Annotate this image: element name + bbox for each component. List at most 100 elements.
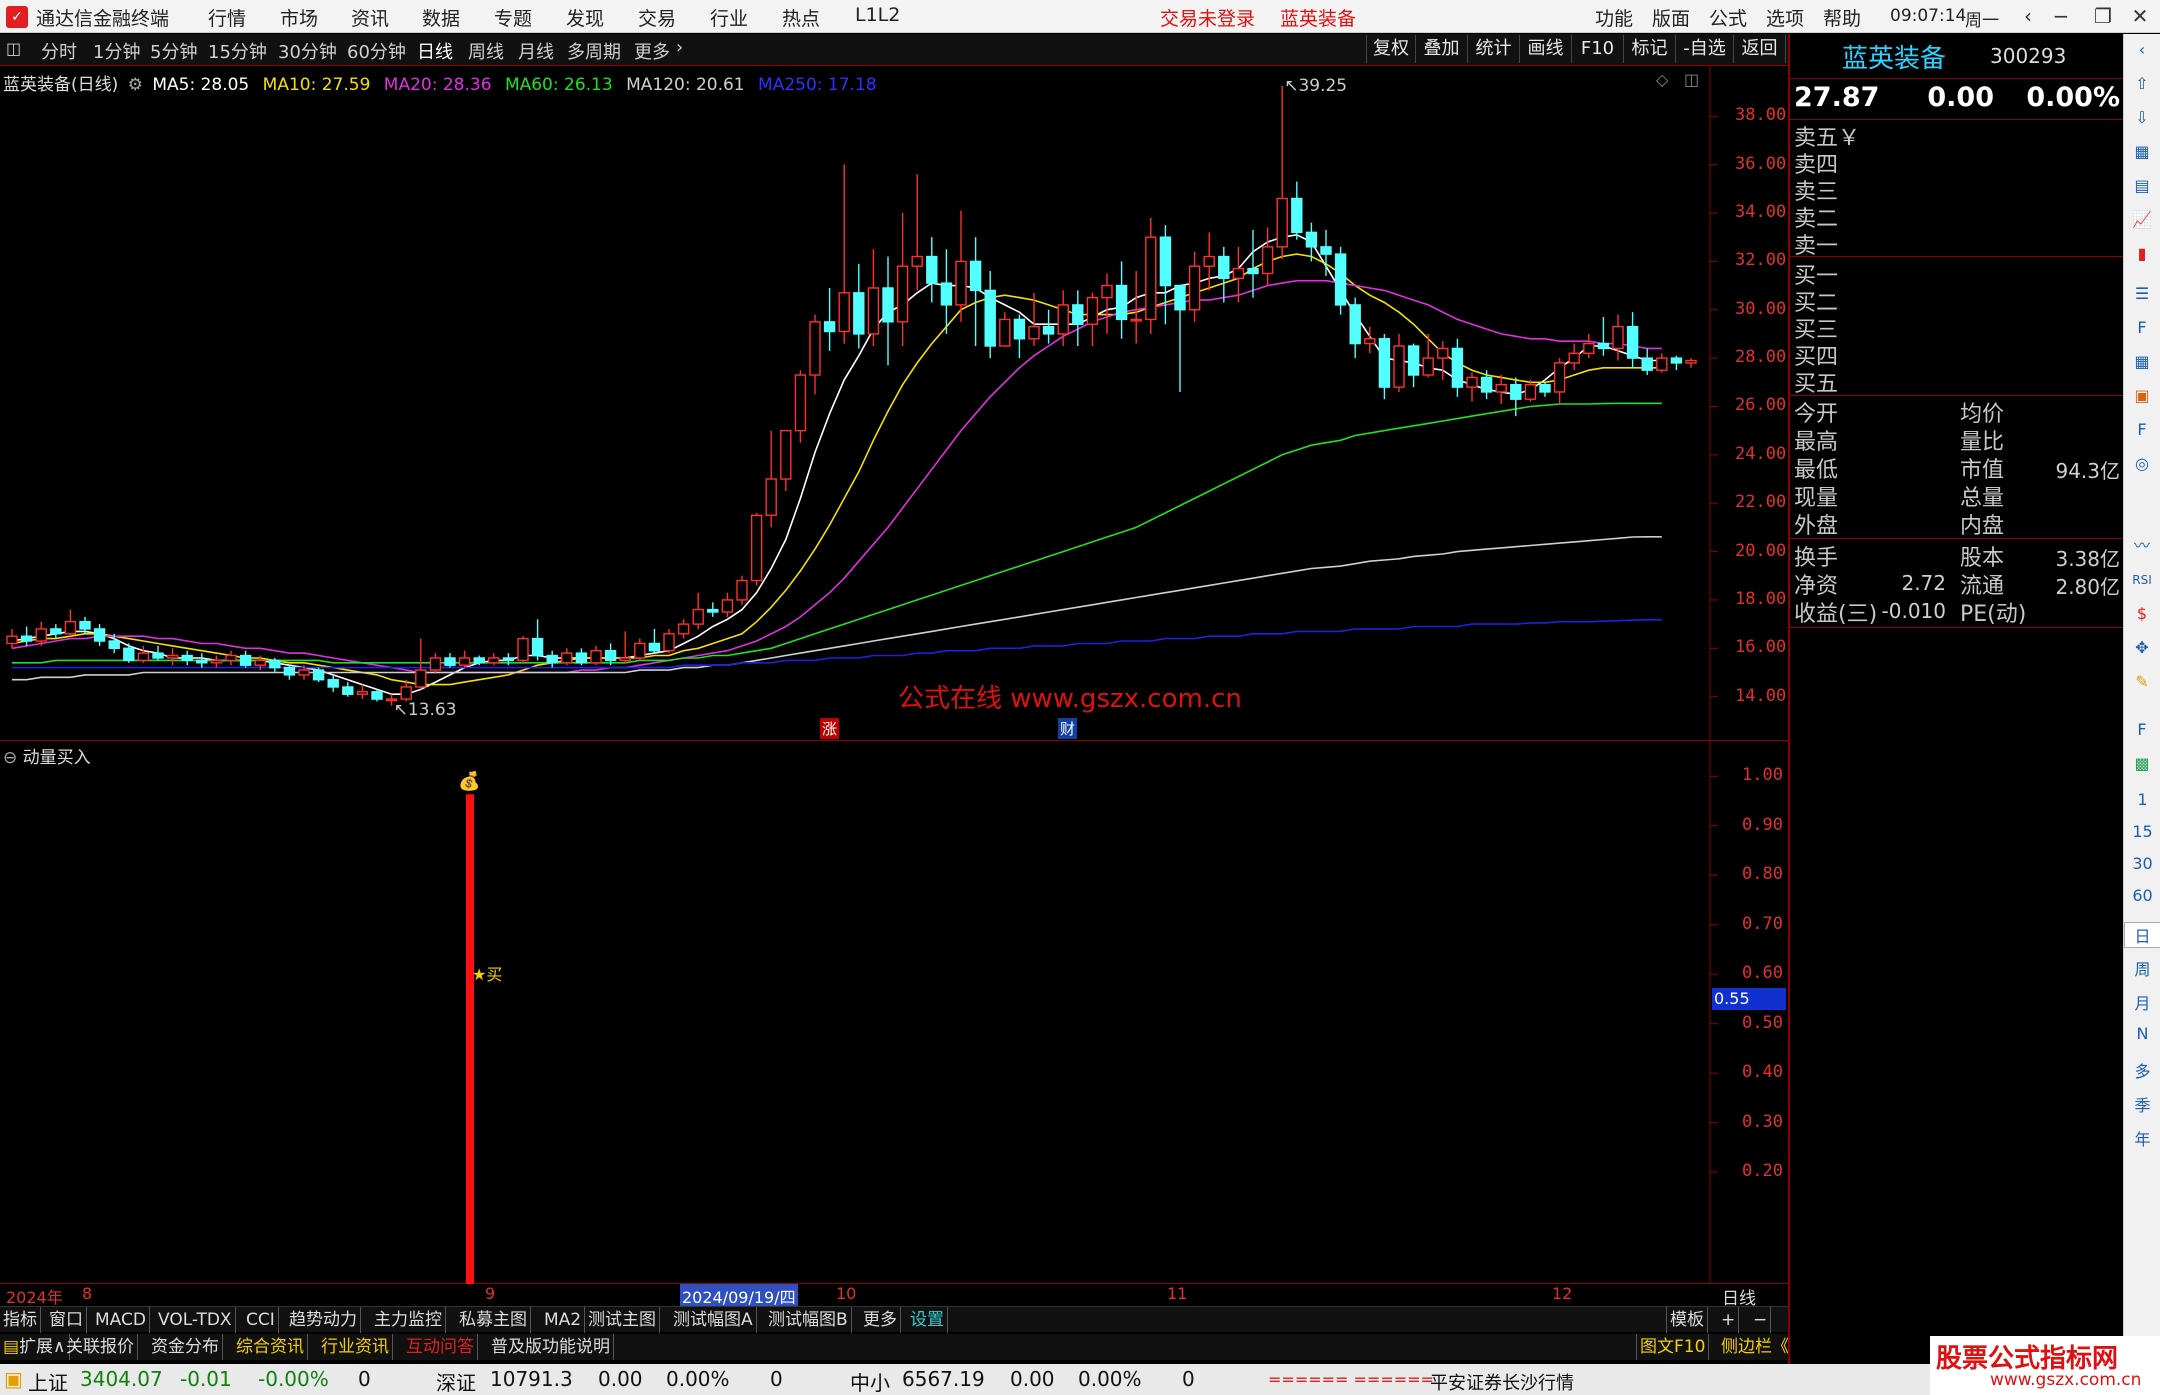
candle[interactable] xyxy=(1072,290,1084,347)
period-quarter-button[interactable]: 季 xyxy=(2124,1092,2160,1116)
candle[interactable] xyxy=(1013,314,1026,359)
period-year-button[interactable]: 年 xyxy=(2124,1126,2160,1150)
table-icon[interactable]: ▤ xyxy=(2130,174,2154,198)
tool-draw[interactable]: 画线 xyxy=(1520,35,1572,63)
period-1-button[interactable]: 1 xyxy=(2124,790,2160,809)
candle[interactable] xyxy=(999,312,1011,347)
candle[interactable] xyxy=(1626,312,1639,368)
candle[interactable] xyxy=(765,430,777,528)
wave-icon[interactable]: 〰 xyxy=(2130,534,2154,558)
candle[interactable] xyxy=(1291,181,1303,240)
tab-sidebar[interactable]: 侧边栏《 xyxy=(1718,1334,1793,1360)
candle[interactable] xyxy=(1261,227,1274,286)
line-chart-icon[interactable]: 📈 xyxy=(2130,208,2154,232)
candle[interactable] xyxy=(969,237,982,347)
tab-cci[interactable]: CCI xyxy=(243,1307,279,1333)
candle[interactable] xyxy=(707,602,719,617)
candle[interactable] xyxy=(648,628,661,654)
tab-expand[interactable]: ▤扩展∧ xyxy=(0,1334,70,1360)
indicator-svg[interactable] xyxy=(0,741,1788,1285)
minimize-icon[interactable]: − xyxy=(2045,2,2077,30)
period-day-button[interactable]: 日 xyxy=(2124,922,2160,948)
candle[interactable] xyxy=(1115,261,1128,339)
candle[interactable] xyxy=(1568,343,1580,371)
candle[interactable] xyxy=(1539,382,1551,397)
tab-trend-power[interactable]: 趋势动力 xyxy=(286,1307,361,1333)
ma-settings-icon[interactable]: ⚙ xyxy=(128,75,143,95)
candle[interactable] xyxy=(1495,375,1507,405)
tab-related-quotes[interactable]: 关联报价 xyxy=(63,1334,138,1360)
pencil-icon[interactable]: ✎ xyxy=(2130,670,2154,694)
period-month-button[interactable]: 月 xyxy=(2124,990,2160,1014)
tab-template[interactable]: 模板 xyxy=(1666,1307,1708,1333)
rsi-icon[interactable]: RSI xyxy=(2130,568,2154,592)
candle[interactable] xyxy=(1656,353,1668,373)
layout-toggle-icon[interactable]: ◫ xyxy=(6,39,21,58)
candle[interactable] xyxy=(210,655,223,668)
tab-f10-graphic[interactable]: 图文F10 xyxy=(1636,1334,1710,1360)
candle[interactable] xyxy=(283,665,296,680)
f10-icon[interactable]: F xyxy=(2130,316,2154,340)
candle[interactable] xyxy=(371,689,383,702)
candle[interactable] xyxy=(1276,86,1288,259)
search-circle-icon[interactable]: ◎ xyxy=(2130,452,2154,476)
candle[interactable] xyxy=(1188,251,1201,322)
menu-help[interactable]: 帮助 xyxy=(1823,4,1861,31)
candle[interactable] xyxy=(415,638,427,690)
indicator-toggle-icon[interactable]: ⊖ xyxy=(3,748,17,768)
sh-index-name[interactable]: 上证 xyxy=(28,1367,68,1395)
candle[interactable] xyxy=(1057,290,1069,347)
candle[interactable] xyxy=(1203,232,1215,291)
menu-layout[interactable]: 版面 xyxy=(1652,4,1690,31)
menu-topics[interactable]: 专题 xyxy=(494,4,532,31)
candle[interactable] xyxy=(634,638,646,661)
image-icon[interactable]: ▩ xyxy=(2130,752,2154,776)
candle[interactable] xyxy=(1145,217,1157,334)
candle[interactable] xyxy=(561,648,573,666)
sz-index-name[interactable]: 深证 xyxy=(436,1367,476,1395)
tab-vol-tdx[interactable]: VOL-TDX xyxy=(155,1307,236,1333)
close-icon[interactable]: ✕ xyxy=(2124,2,2156,30)
panel-toggle-icon[interactable]: ◫ xyxy=(1684,70,1699,89)
candle[interactable] xyxy=(356,684,369,700)
candle[interactable] xyxy=(93,624,106,646)
menu-quotes[interactable]: 行情 xyxy=(208,4,246,31)
candle[interactable] xyxy=(867,249,880,347)
candle[interactable] xyxy=(1159,225,1172,325)
tab-macd[interactable]: MACD xyxy=(92,1307,150,1333)
tool-mark[interactable]: 标记 xyxy=(1624,35,1676,63)
finance-marker[interactable]: 财 xyxy=(1058,718,1078,739)
restore-icon[interactable]: ❐ xyxy=(2087,2,2119,30)
tool-stats[interactable]: 统计 xyxy=(1468,35,1520,63)
candle[interactable] xyxy=(488,653,500,666)
tab-test-main[interactable]: 测试主图 xyxy=(585,1307,660,1333)
candle[interactable] xyxy=(780,429,792,492)
menu-discover[interactable]: 发现 xyxy=(566,4,604,31)
candle[interactable] xyxy=(269,657,281,673)
period-more[interactable]: 更多 xyxy=(634,38,670,64)
candle[interactable] xyxy=(663,628,675,654)
candle[interactable] xyxy=(517,636,529,663)
candle[interactable] xyxy=(20,626,33,646)
candle[interactable] xyxy=(590,645,602,666)
period-daily[interactable]: 日线 xyxy=(417,38,453,64)
candle[interactable] xyxy=(1320,229,1332,276)
period-30min[interactable]: 30分钟 xyxy=(278,38,337,64)
tab-window[interactable]: 窗口 xyxy=(46,1307,87,1333)
tab-general-news[interactable]: 综合资讯 xyxy=(233,1334,308,1360)
tool-remove-watch[interactable]: -自选 xyxy=(1676,35,1734,63)
candle[interactable] xyxy=(604,643,617,666)
menu-data[interactable]: 数据 xyxy=(422,4,460,31)
period-multi[interactable]: 多周期 xyxy=(567,38,621,64)
candle[interactable] xyxy=(1349,297,1361,359)
diamond-icon[interactable]: ◇ xyxy=(1656,70,1668,89)
candle[interactable] xyxy=(429,653,442,673)
period-intraday[interactable]: 分时 xyxy=(41,38,77,64)
menu-formula[interactable]: 公式 xyxy=(1709,4,1747,31)
candle[interactable] xyxy=(1437,341,1449,380)
period-1min[interactable]: 1分钟 xyxy=(93,38,140,64)
candle[interactable] xyxy=(1524,379,1537,402)
candle[interactable] xyxy=(458,650,471,668)
candle[interactable] xyxy=(736,575,748,605)
collapse-icon[interactable]: ‹ xyxy=(2130,38,2154,62)
